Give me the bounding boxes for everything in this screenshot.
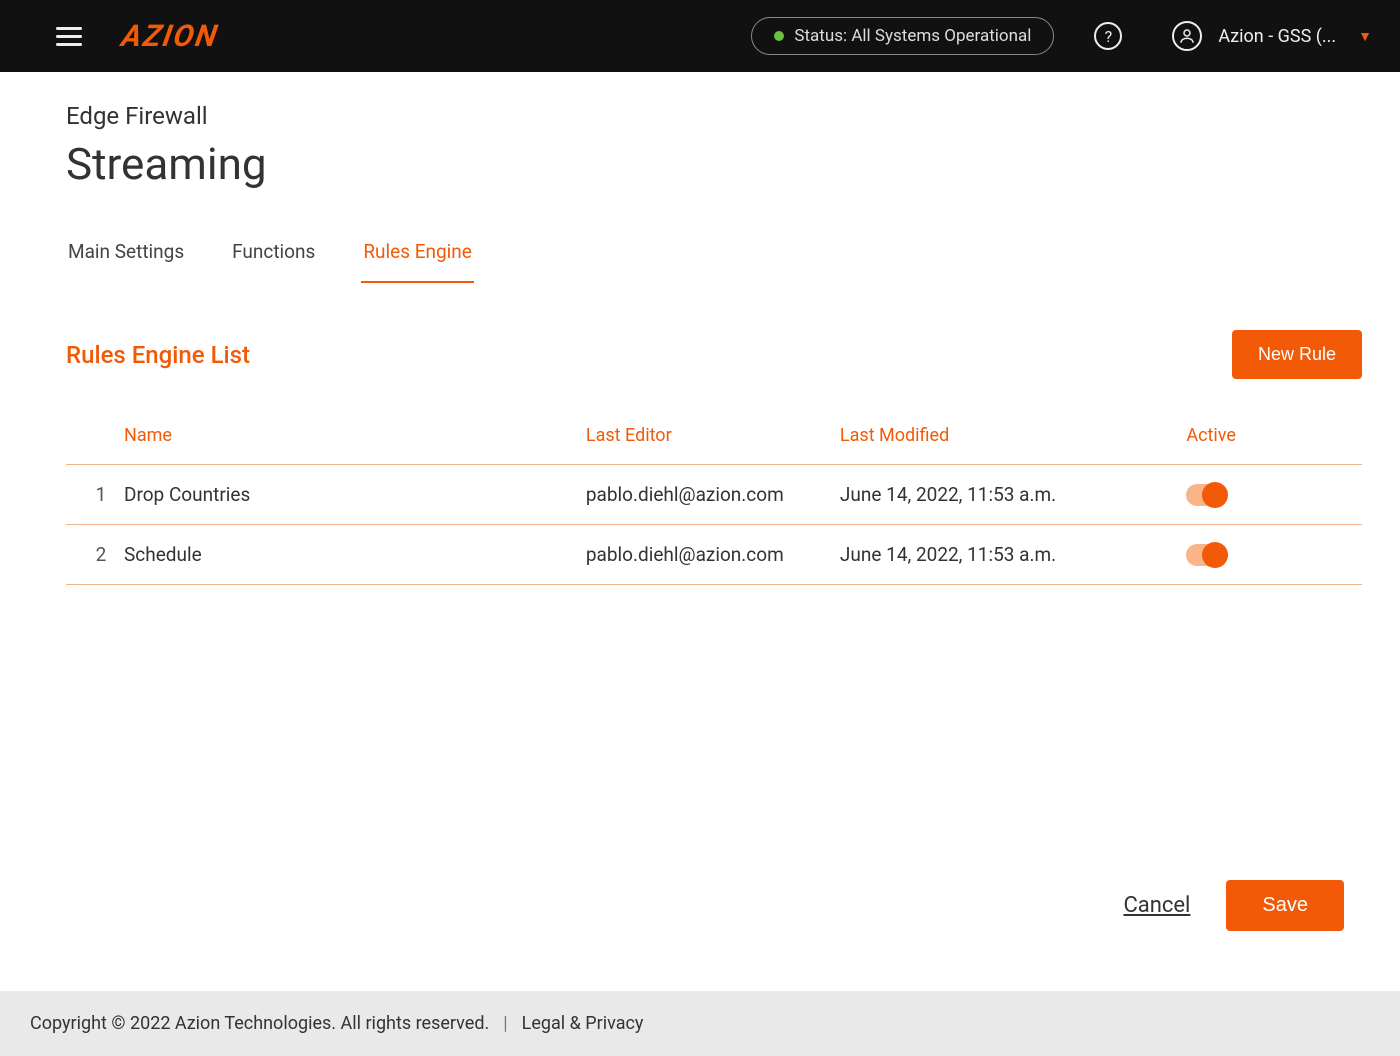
page-title: Streaming (66, 138, 1362, 190)
row-modified: June 14, 2022, 11:53 a.m. (840, 543, 1186, 566)
save-button[interactable]: Save (1226, 880, 1344, 931)
new-rule-button[interactable]: New Rule (1232, 330, 1362, 379)
active-toggle[interactable] (1186, 484, 1226, 506)
row-modified: June 14, 2022, 11:53 a.m. (840, 483, 1186, 506)
active-toggle[interactable] (1186, 544, 1226, 566)
avatar-icon (1172, 21, 1202, 51)
tabs: Main Settings Functions Rules Engine (66, 230, 1362, 284)
table-row[interactable]: 2 Schedule pablo.diehl@azion.com June 14… (66, 525, 1362, 585)
status-dot-icon (774, 31, 784, 41)
page-body: Edge Firewall Streaming Main Settings Fu… (0, 72, 1400, 991)
list-header: Rules Engine List New Rule (66, 330, 1362, 379)
logo[interactable]: AZION (119, 19, 222, 54)
action-bar: Cancel Save (1123, 880, 1344, 931)
footer-copyright: Copyright © 2022 Azion Technologies. All… (30, 1013, 489, 1034)
col-active: Active (1186, 425, 1348, 446)
help-icon[interactable]: ? (1094, 22, 1122, 50)
footer-legal-link[interactable]: Legal & Privacy (522, 1013, 644, 1034)
footer: Copyright © 2022 Azion Technologies. All… (0, 991, 1400, 1056)
tab-functions[interactable]: Functions (230, 230, 317, 283)
col-name: Name (124, 425, 586, 446)
footer-sep: | (503, 1013, 507, 1034)
row-name: Drop Countries (124, 483, 586, 506)
user-menu[interactable]: Azion - GSS (... ▼ (1172, 21, 1372, 51)
table-row[interactable]: 1 Drop Countries pablo.diehl@azion.com J… (66, 465, 1362, 525)
row-editor: pablo.diehl@azion.com (586, 543, 840, 566)
tab-main-settings[interactable]: Main Settings (66, 230, 186, 283)
tab-rules-engine[interactable]: Rules Engine (361, 230, 474, 283)
user-label: Azion - GSS (... (1218, 26, 1336, 47)
status-label: Status: All Systems Operational (794, 26, 1031, 46)
chevron-down-icon: ▼ (1358, 28, 1372, 45)
rules-table: # Name Last Editor Last Modified Active … (66, 407, 1362, 585)
table-header: # Name Last Editor Last Modified Active (66, 407, 1362, 465)
row-index: 2 (78, 543, 124, 566)
col-editor: Last Editor (586, 425, 840, 446)
menu-icon[interactable] (56, 27, 82, 46)
top-bar: AZION Status: All Systems Operational ? … (0, 0, 1400, 72)
row-index: 1 (78, 483, 124, 506)
status-pill[interactable]: Status: All Systems Operational (751, 17, 1054, 55)
row-name: Schedule (124, 543, 586, 566)
cancel-button[interactable]: Cancel (1123, 893, 1190, 918)
breadcrumb: Edge Firewall (66, 102, 1362, 130)
list-title: Rules Engine List (66, 341, 250, 369)
row-editor: pablo.diehl@azion.com (586, 483, 840, 506)
col-modified: Last Modified (840, 425, 1186, 446)
